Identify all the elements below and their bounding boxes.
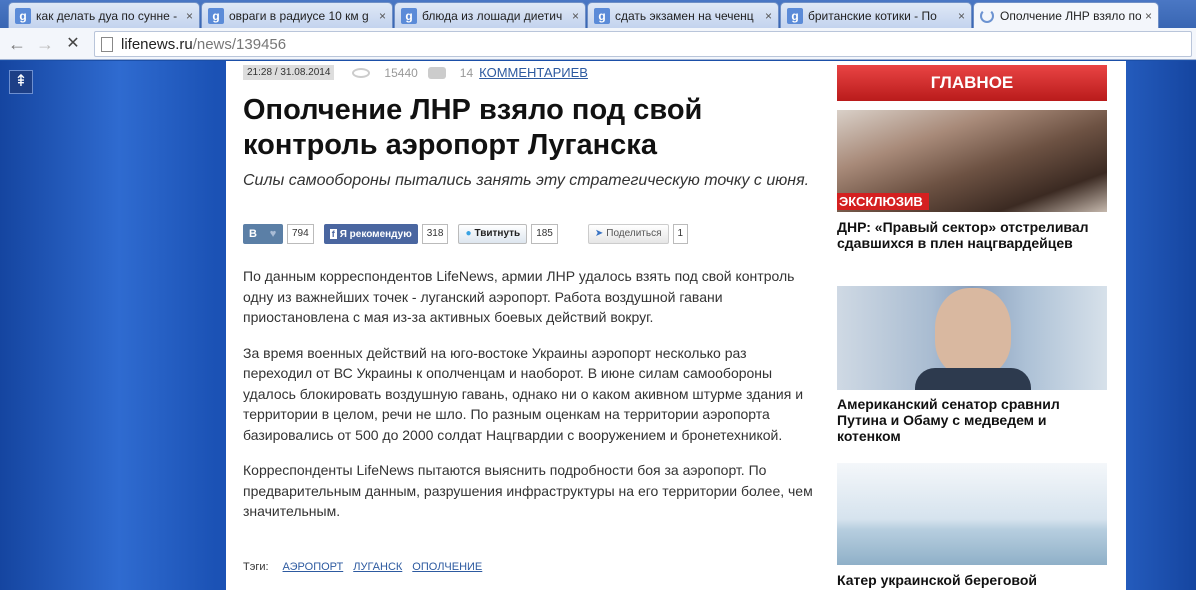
tag-link[interactable]: ОПОЛЧЕНИЕ: [412, 561, 482, 573]
back-button[interactable]: ←: [6, 33, 28, 55]
news-thumbnail-2[interactable]: [837, 286, 1107, 390]
tab-title: Ополчение ЛНР взяло по: [1000, 9, 1141, 23]
heart-icon: ♥: [269, 228, 277, 240]
article-container: 21:28 / 31.08.2014 15440 14 КОММЕНТАРИЕВ…: [226, 61, 1126, 590]
url-text: lifenews.ru/news/139456: [121, 36, 286, 53]
url-path: /news/139456: [192, 35, 287, 53]
stop-loading-button[interactable]: ✕: [62, 33, 84, 55]
tweet-button[interactable]: ● Твитнуть: [458, 224, 528, 244]
tab-title: как делать дуа по сунне -: [36, 8, 178, 23]
tab-1[interactable]: g как делать дуа по сунне - ×: [8, 2, 200, 28]
ya-label: Поделиться: [606, 228, 662, 239]
vk-label: В: [249, 228, 257, 240]
close-icon[interactable]: ×: [379, 9, 386, 23]
fb-count: 318: [421, 224, 449, 244]
tab-3[interactable]: g блюда из лошади диетич ×: [394, 2, 586, 28]
sidebar-news-link-2[interactable]: Американский сенатор сравнил Путина и Об…: [837, 396, 1112, 444]
google-icon: g: [787, 7, 803, 24]
address-bar[interactable]: lifenews.ru/news/139456: [94, 31, 1192, 57]
tw-count: 185: [531, 224, 558, 244]
article-body: По данным корреспондентов LifeNews, арми…: [243, 266, 815, 537]
portrait-face: [935, 288, 1011, 376]
fb-label: Я рекомендую: [339, 229, 412, 240]
article-subheadline: Силы самообороны пытались занять эту стр…: [243, 172, 810, 189]
sidebar-news-link-3[interactable]: Катер украинской береговой: [837, 572, 1112, 588]
facebook-icon: f: [329, 229, 337, 239]
share-icon: ➤: [594, 228, 604, 239]
google-icon: g: [401, 7, 417, 24]
news-thumbnail-1[interactable]: ЭКСКЛЮЗИВ: [837, 110, 1107, 212]
google-icon: g: [15, 7, 31, 24]
eye-icon: [352, 67, 371, 78]
page-icon: [101, 36, 113, 52]
news-thumbnail-3[interactable]: [837, 463, 1107, 565]
url-host: lifenews.ru: [121, 35, 193, 53]
loading-spinner-icon: [980, 9, 994, 23]
article-paragraph: Корреспонденты LifeNews пытаются выяснит…: [243, 462, 813, 519]
close-icon[interactable]: ×: [572, 9, 579, 23]
share-button[interactable]: ➤ Поделиться: [587, 224, 669, 244]
close-icon[interactable]: ×: [958, 9, 965, 23]
close-icon[interactable]: ×: [765, 9, 772, 23]
article-paragraph: По данным корреспондентов LifeNews, арми…: [243, 268, 795, 325]
tab-4[interactable]: g сдать экзамен на чеченц ×: [587, 2, 779, 28]
article-headline: Ополчение ЛНР взяло под свой контроль аэ…: [243, 94, 703, 161]
article-tags: Тэги: АЭРОПОРТ ЛУГАНСК ОПОЛЧЕНИЕ: [243, 561, 492, 573]
tab-strip: g как делать дуа по сунне - × g овраги в…: [0, 0, 1196, 29]
tab-title: блюда из лошади диетич: [422, 8, 563, 23]
tab-title: британские котики - По: [808, 8, 937, 23]
exclusive-badge: ЭКСКЛЮЗИВ: [837, 193, 929, 210]
twitter-icon: ●: [465, 228, 472, 239]
views-count: 15440: [384, 65, 418, 80]
google-icon: g: [594, 7, 610, 24]
comments-link[interactable]: КОММЕНТАРИЕВ: [479, 65, 588, 80]
article-paragraph: За время военных действий на юго-востоке…: [243, 344, 804, 443]
tab-2[interactable]: g овраги в радиусе 10 км g ×: [201, 2, 393, 28]
page-viewport: ⇞ 21:28 / 31.08.2014 15440 14 КОММЕНТАРИ…: [0, 61, 1196, 590]
share-bar: В ♥ 794 fЯ рекомендую 318 ● Твитнуть 185 …: [243, 223, 689, 245]
share-count: 1: [672, 224, 689, 244]
tag-link[interactable]: АЭРОПОРТ: [283, 561, 344, 573]
google-icon: g: [208, 7, 224, 24]
tab-title: сдать экзамен на чеченц: [615, 8, 754, 23]
scroll-to-top-button[interactable]: ⇞: [9, 70, 33, 94]
comments-count: 14: [459, 65, 474, 80]
sidebar-news-link-1[interactable]: ДНР: «Правый сектор» отстреливал сдавших…: [837, 219, 1112, 251]
close-icon[interactable]: ×: [1145, 9, 1152, 23]
browser-toolbar: ← → ✕ lifenews.ru/news/139456: [0, 28, 1196, 60]
close-icon[interactable]: ×: [186, 9, 193, 23]
vk-count: 794: [287, 224, 314, 244]
article-meta: 21:28 / 31.08.2014 15440 14 КОММЕНТАРИЕВ: [243, 65, 588, 80]
tags-label: Тэги:: [243, 561, 269, 573]
portrait-suit: [915, 368, 1031, 390]
tag-link[interactable]: ЛУГАНСК: [353, 561, 402, 573]
comments-icon: [427, 66, 446, 79]
tab-5[interactable]: g британские котики - По ×: [780, 2, 972, 28]
tab-6-active[interactable]: Ополчение ЛНР взяло по ×: [973, 2, 1159, 29]
sidebar-header: ГЛАВНОЕ: [837, 65, 1107, 101]
tw-label: Твитнуть: [474, 228, 521, 239]
article-datetime: 21:28 / 31.08.2014: [243, 65, 335, 80]
facebook-recommend-button[interactable]: fЯ рекомендую: [323, 224, 418, 244]
forward-button[interactable]: →: [34, 33, 56, 55]
tab-title: овраги в радиусе 10 км g: [229, 8, 369, 23]
vk-share-button[interactable]: В ♥: [243, 224, 283, 244]
